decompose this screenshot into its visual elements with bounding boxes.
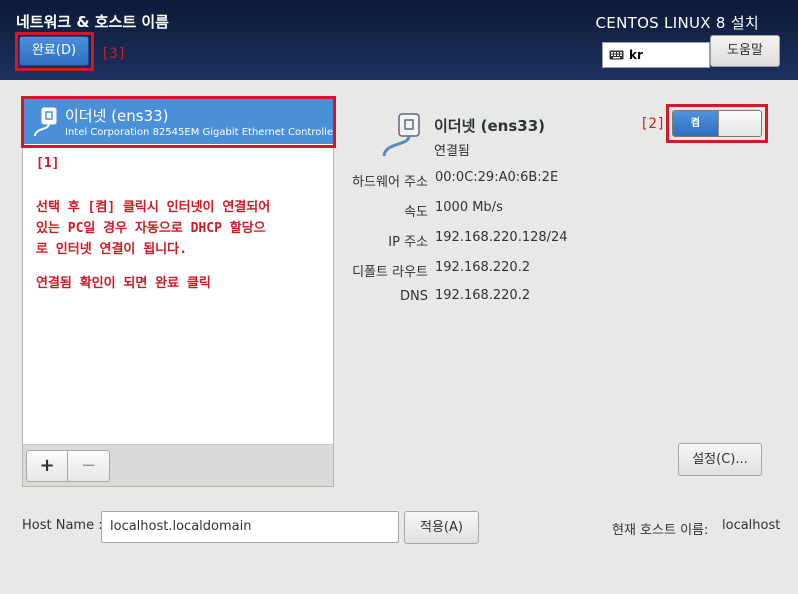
prop-label-speed: 속도 <box>404 205 428 220</box>
prop-label-dns: DNS <box>400 289 428 304</box>
device-list-toolbar: + − <box>22 444 334 487</box>
prop-label-hardware-address: 하드웨어 주소 <box>352 175 428 190</box>
help-button[interactable]: 도움말 <box>710 35 780 67</box>
detail-device-name: 이더넷 (ens33) <box>434 117 545 135</box>
annotation-confirm-line: 연결됨 확인이 되면 완료 클릭 <box>36 276 211 291</box>
prop-label-default-route: 디폴트 라우트 <box>352 265 428 280</box>
annotation-marker-toggle: [2] <box>640 116 666 132</box>
annotation-instruction-line-1: 선택 후 [켬] 클릭시 인터넷이 연결되어 <box>36 200 271 215</box>
apply-hostname-button[interactable]: 적용(A) <box>404 511 479 544</box>
settings-button[interactable]: 설정(C)... <box>678 443 762 476</box>
detail-connection-status: 연결됨 <box>434 144 470 159</box>
page-title: 네트워크 & 호스트 이름 <box>16 13 169 31</box>
hostname-label: Host Name : <box>22 518 103 533</box>
hostname-input[interactable]: localhost.localdomain <box>101 511 399 543</box>
annotation-instruction-line-2: 있는 PC일 경우 자동으로 DHCP 할당으 <box>36 221 266 236</box>
prop-value-hardware-address: 00:0C:29:A0:6B:2E <box>435 170 559 185</box>
header-bar: 네트워크 & 호스트 이름 완료(D) CENTOS LINUX 8 설치 kr… <box>0 0 798 80</box>
toggle-on-label: 켬 <box>673 111 718 136</box>
prop-label-ip-address: IP 주소 <box>388 235 428 250</box>
keyboard-layout-code: kr <box>629 48 643 62</box>
connection-toggle[interactable]: 켬 <box>672 110 762 137</box>
current-hostname-label: 현재 호스트 이름: <box>612 523 709 538</box>
device-list: 이더넷 (ens33) Intel Corporation 82545EM Gi… <box>22 97 334 487</box>
annotation-marker-done: [3] <box>101 46 127 62</box>
product-title: CENTOS LINUX 8 설치 <box>595 14 759 32</box>
prop-value-ip-address: 192.168.220.128/24 <box>435 230 568 245</box>
annotation-box-device <box>21 96 336 148</box>
annotation-marker-list: [1] <box>36 156 60 171</box>
current-hostname-value: localhost <box>722 518 781 533</box>
toggle-knob[interactable] <box>718 111 761 136</box>
ethernet-cable-icon <box>382 113 420 157</box>
prop-value-dns: 192.168.220.2 <box>435 288 531 303</box>
annotation-box-done <box>15 32 94 71</box>
remove-device-button[interactable]: − <box>68 450 110 482</box>
keyboard-icon <box>609 50 624 60</box>
keyboard-layout-indicator[interactable]: kr <box>602 42 710 68</box>
annotation-instruction-line-3: 로 인터넷 연결이 됩니다. <box>36 242 187 257</box>
prop-value-speed: 1000 Mb/s <box>435 200 503 215</box>
add-device-button[interactable]: + <box>26 450 68 482</box>
prop-value-default-route: 192.168.220.2 <box>435 260 531 275</box>
